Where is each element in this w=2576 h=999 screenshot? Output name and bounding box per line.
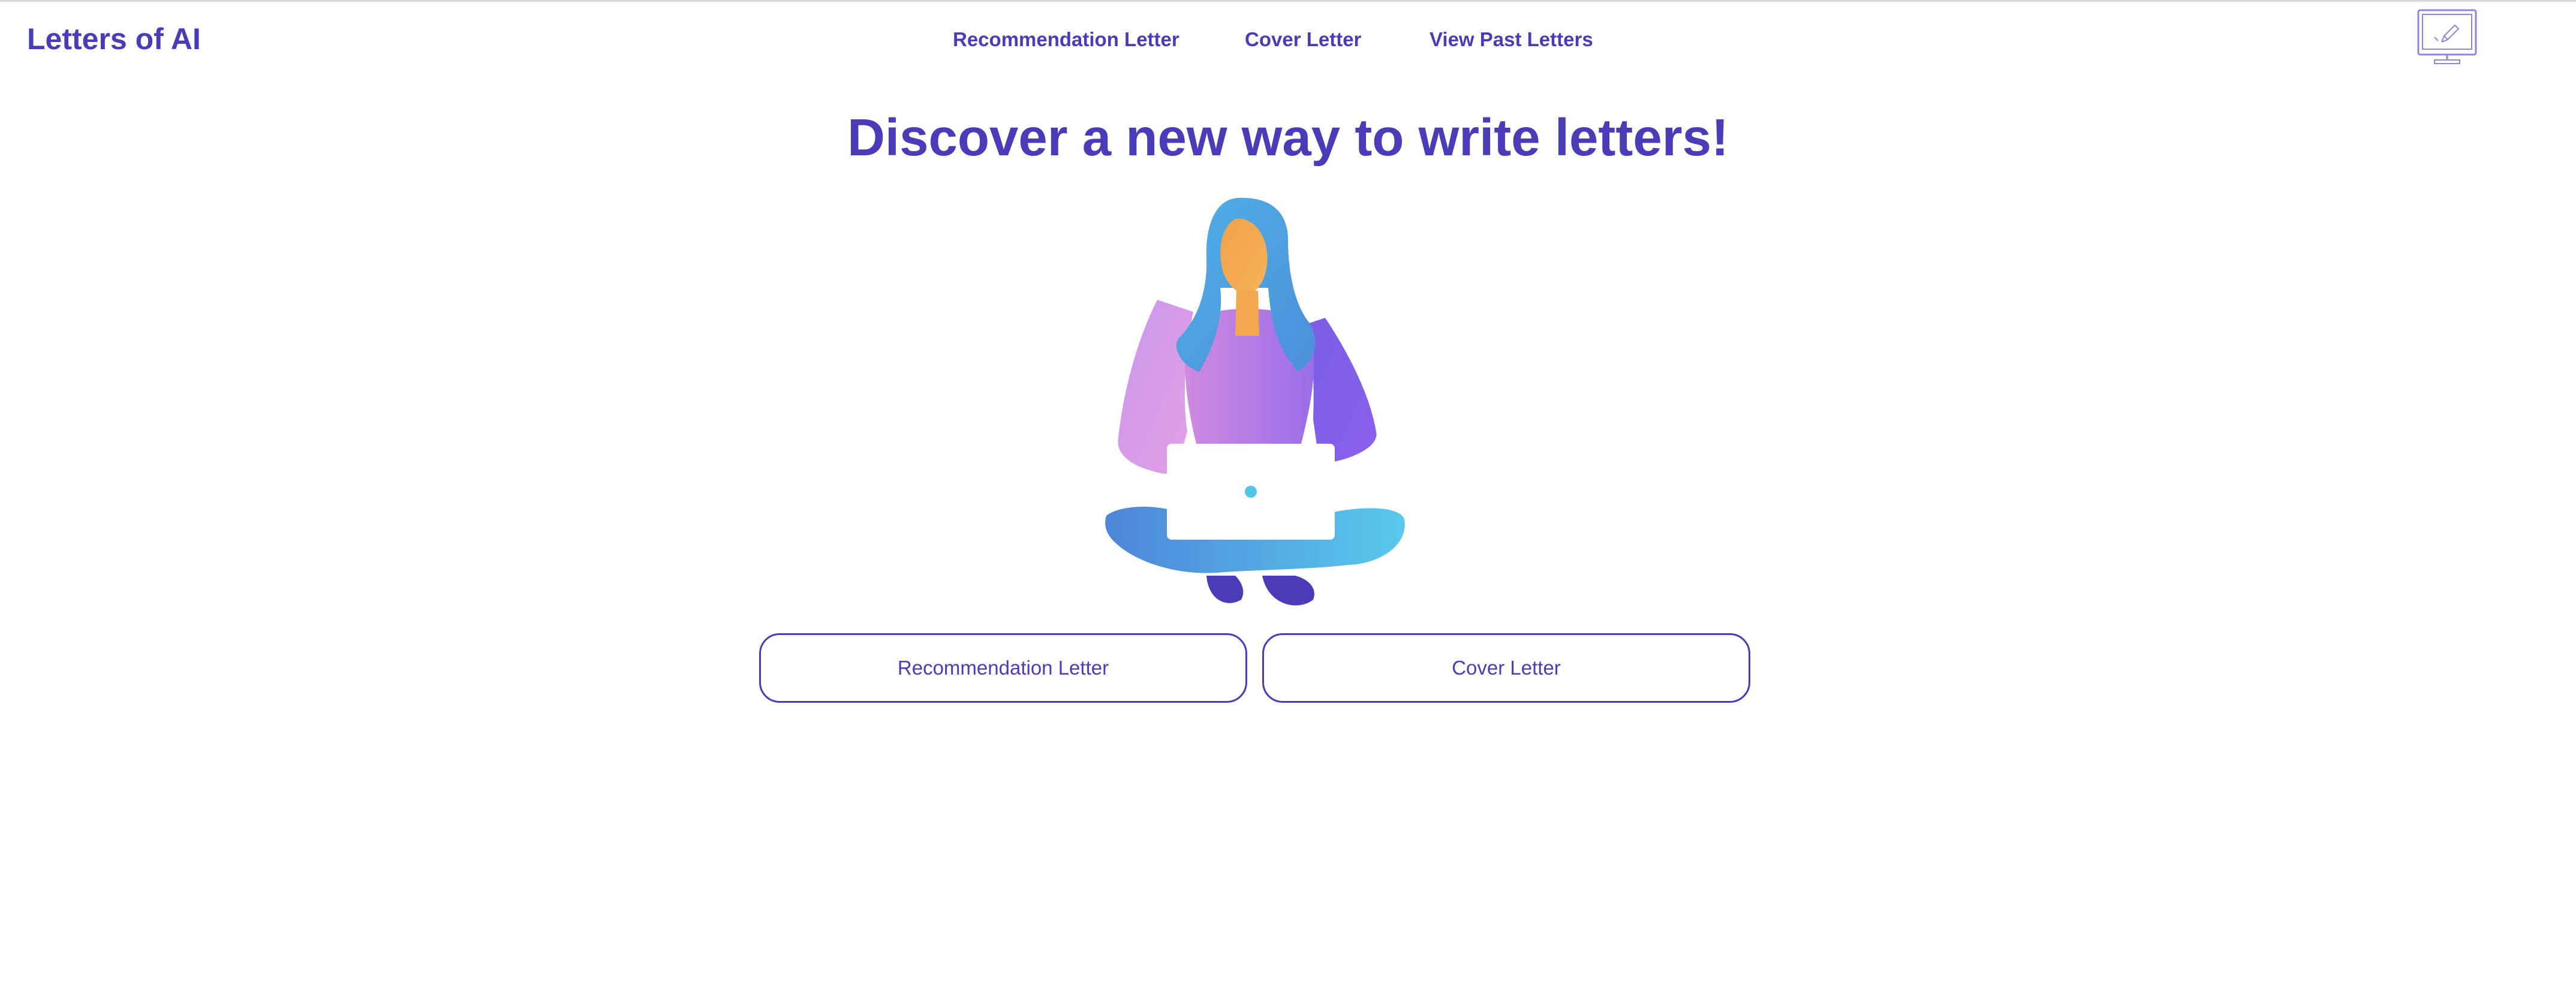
brand-logo-text[interactable]: Letters of AI xyxy=(27,18,201,60)
nav-view-past-letters[interactable]: View Past Letters xyxy=(1430,26,1593,53)
top-border xyxy=(0,0,2576,2)
page-headline: Discover a new way to write letters! xyxy=(847,109,1729,167)
page: Letters of AI Recommendation Letter Cove… xyxy=(0,0,2576,999)
monitor-pen-icon-graphic xyxy=(2417,9,2477,64)
nav-cover-letter[interactable]: Cover Letter xyxy=(1245,26,1361,53)
nav-recommendation-letter[interactable]: Recommendation Letter xyxy=(953,26,1179,53)
monitor-pen-icon[interactable] xyxy=(2416,8,2478,66)
woman-with-laptop-illustration xyxy=(1097,192,1409,612)
recommendation-letter-button[interactable]: Recommendation Letter xyxy=(759,633,1247,703)
cover-letter-button[interactable]: Cover Letter xyxy=(1262,633,1750,703)
